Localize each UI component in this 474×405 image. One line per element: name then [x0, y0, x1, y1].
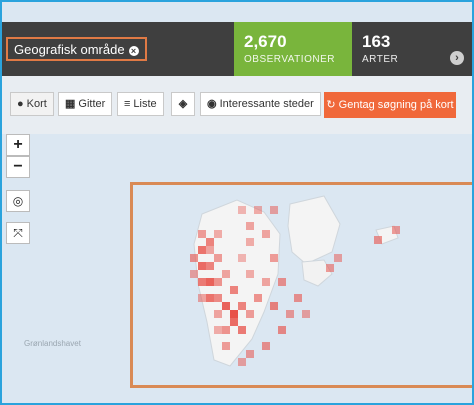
fullscreen-button[interactable]: ⤧ — [6, 222, 30, 244]
tab-grid-label: Gitter — [78, 98, 106, 110]
zoom-out-button[interactable]: − — [6, 156, 30, 178]
app-frame: Geografisk område × 2,670 OBSERVATIONER 1… — [0, 0, 474, 405]
species-count: 163 — [362, 32, 391, 51]
interesting-places-button[interactable]: ◉ Interessante steder — [200, 92, 321, 116]
tab-list-label: Liste — [133, 98, 157, 110]
repeat-search-label: Gentag søgning på kort — [338, 99, 454, 111]
zoom-in-button[interactable]: + — [6, 134, 30, 156]
expand-icon: ⤧ — [13, 226, 23, 240]
sea-label: Grønlandshavet — [24, 339, 81, 348]
filter-chip-label: Geografisk område — [14, 42, 125, 57]
locate-button[interactable]: ◎ — [6, 190, 30, 212]
refresh-icon: ↻ — [326, 99, 339, 111]
arrow-right-icon[interactable]: › — [450, 51, 464, 65]
layers-button[interactable]: ◈ — [171, 92, 195, 116]
map-pin-icon: ● — [17, 98, 24, 110]
view-toolbar: ● Kort ▦ Gitter ≡ Liste ◈ ◉ Interessante ste… — [2, 76, 472, 134]
selected-area-rectangle[interactable] — [130, 182, 472, 388]
species-label: ARTER — [362, 54, 399, 65]
layers-icon: ◈ — [178, 98, 188, 110]
observations-label: OBSERVATIONER — [244, 54, 335, 65]
tab-map[interactable]: ● Kort — [10, 92, 54, 116]
filter-chip[interactable]: Geografisk område × — [6, 37, 147, 61]
interesting-places-label: Interessante steder — [219, 98, 314, 110]
target-icon: ◎ — [12, 194, 24, 208]
observations-stat[interactable]: 2,670 OBSERVATIONER — [234, 22, 352, 76]
species-stat[interactable]: 163 ARTER › — [352, 22, 472, 76]
list-icon: ≡ — [124, 98, 131, 110]
grid-icon: ▦ — [65, 98, 76, 110]
remove-filter-icon[interactable]: × — [128, 45, 139, 56]
globe-icon: ◉ — [207, 98, 217, 110]
observations-count: 2,670 — [244, 32, 287, 51]
tab-list[interactable]: ≡ Liste — [117, 92, 164, 116]
tab-map-label: Kort — [26, 98, 47, 110]
repeat-search-button[interactable]: ↻ Gentag søgning på kort — [324, 92, 456, 118]
tab-grid[interactable]: ▦ Gitter — [58, 92, 113, 116]
